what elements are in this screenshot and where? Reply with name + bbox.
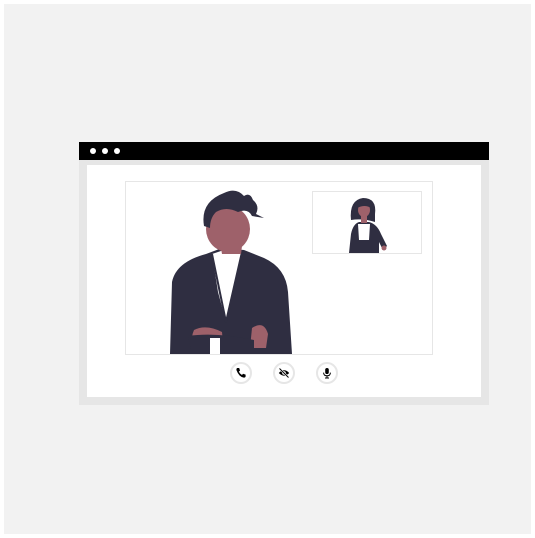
window-titlebar bbox=[79, 142, 489, 160]
window-minimize-dot[interactable] bbox=[102, 148, 108, 154]
video-call-window bbox=[79, 142, 489, 405]
phone-icon bbox=[236, 368, 246, 378]
window-close-dot[interactable] bbox=[90, 148, 96, 154]
microphone-icon bbox=[323, 368, 331, 379]
pip-video-feed[interactable] bbox=[312, 191, 422, 254]
toggle-camera-button[interactable] bbox=[273, 362, 295, 384]
window-maximize-dot[interactable] bbox=[114, 148, 120, 154]
toggle-mic-button[interactable] bbox=[316, 362, 338, 384]
eye-slash-icon bbox=[278, 367, 290, 379]
page-background bbox=[4, 4, 531, 534]
window-content bbox=[87, 165, 481, 397]
end-call-button[interactable] bbox=[230, 362, 252, 384]
woman-in-suit-illustration bbox=[349, 198, 387, 253]
